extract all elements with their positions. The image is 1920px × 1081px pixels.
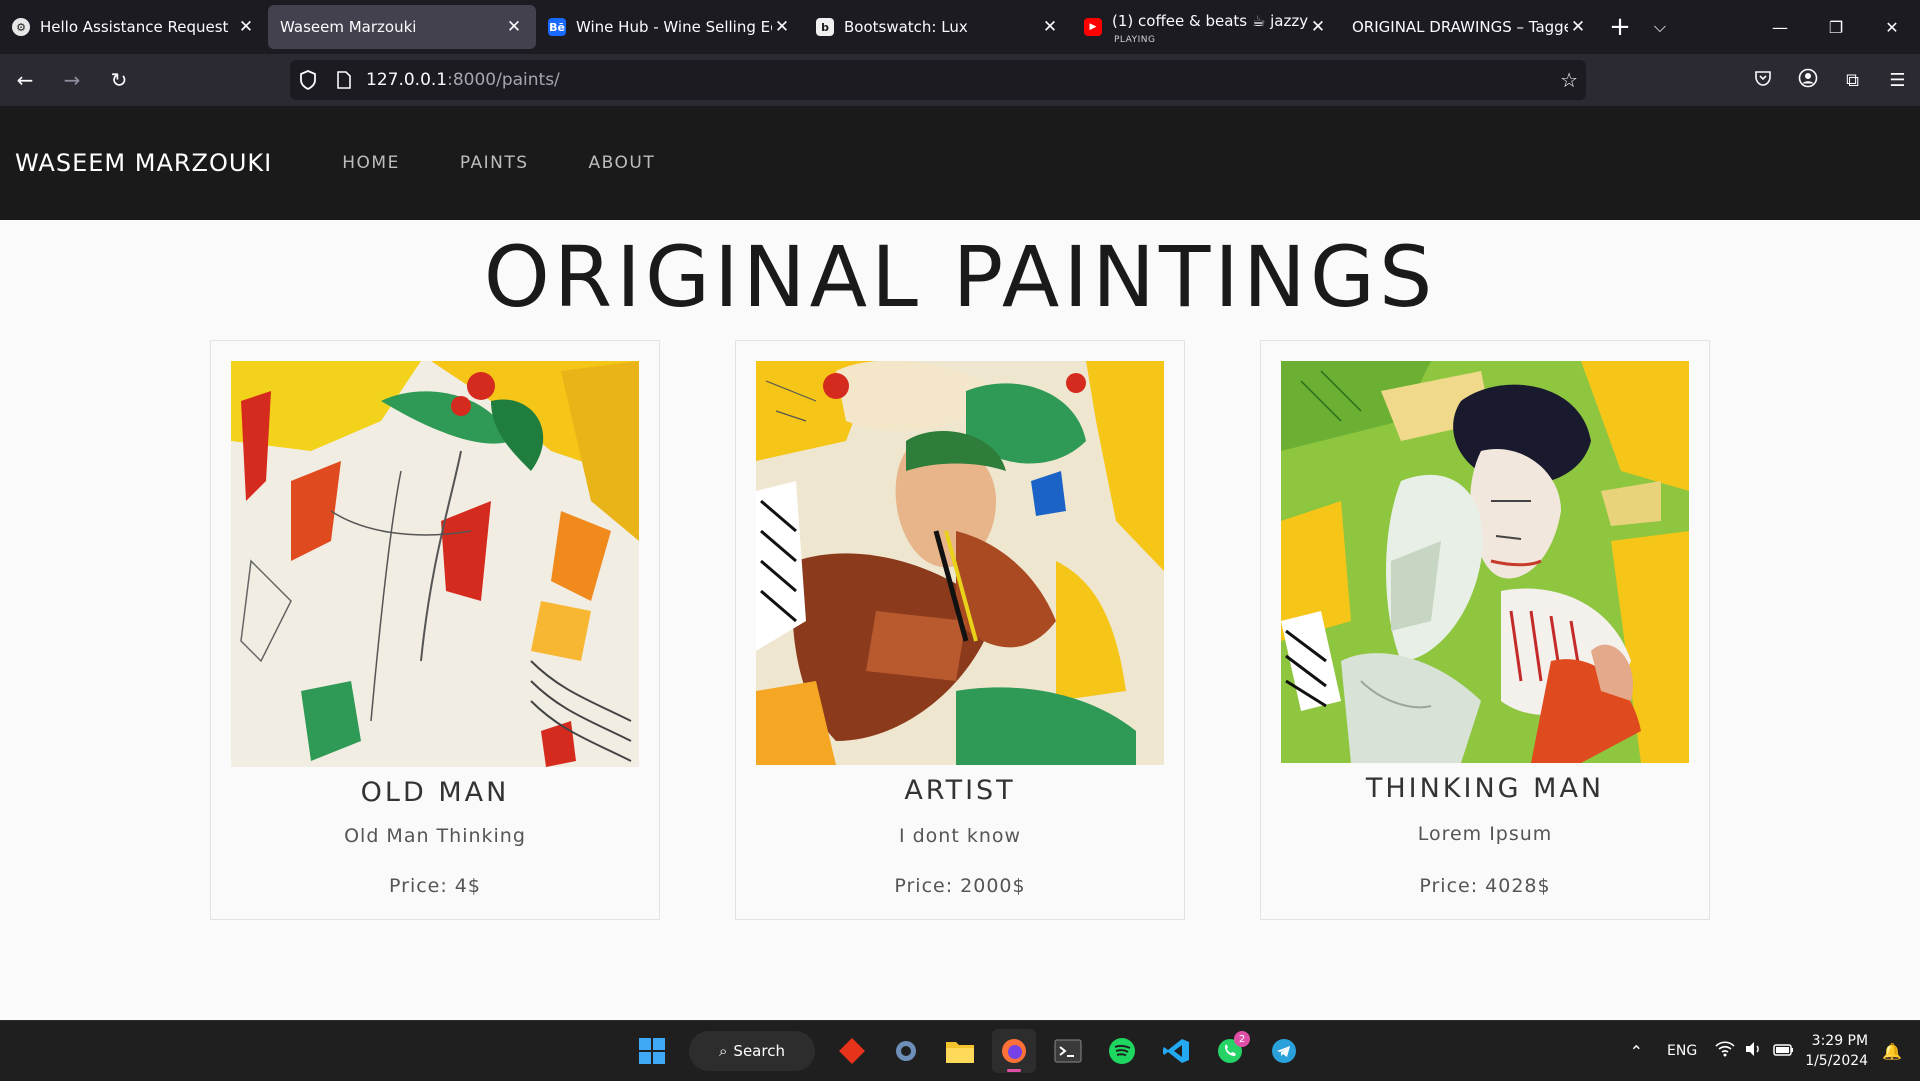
painting-price: Price: 4$ <box>389 875 481 897</box>
spotify-icon[interactable] <box>1100 1029 1144 1073</box>
toolbar-right-buttons: ⧉ ☰ <box>1740 54 1920 106</box>
url-text[interactable]: 127.0.0.1:8000/paints/ <box>366 70 560 90</box>
behance-icon: Bē <box>548 18 566 36</box>
telegram-icon[interactable] <box>1262 1029 1306 1073</box>
painting-card-old-man[interactable]: OLD MAN Old Man Thinking Price: 4$ <box>210 340 660 920</box>
tab-hello-assistance[interactable]: ⚙ Hello Assistance Request ✕ <box>0 5 268 49</box>
bootswatch-icon: b <box>816 18 834 36</box>
close-tab-icon[interactable]: ✕ <box>504 17 524 37</box>
whatsapp-icon[interactable]: 2 <box>1208 1029 1252 1073</box>
tab-original-drawings[interactable]: ORIGINAL DRAWINGS – Tagged ✕ <box>1340 5 1600 49</box>
settings-icon[interactable] <box>884 1029 928 1073</box>
painting-name: OLD MAN <box>360 777 510 808</box>
notification-badge: 2 <box>1234 1031 1250 1047</box>
painting-name: ARTIST <box>904 775 1016 806</box>
forward-icon[interactable]: → <box>50 60 94 100</box>
bookmark-star-icon[interactable]: ☆ <box>1560 68 1578 92</box>
notification-bell-icon[interactable]: 🔔 <box>1882 1042 1902 1061</box>
extensions-icon[interactable]: ⧉ <box>1830 70 1875 91</box>
tab-youtube-coffee-beats[interactable]: ▶ (1) coffee & beats ☕ jazzy ja PLAYING … <box>1072 5 1340 49</box>
chatgpt-icon: ⚙ <box>12 18 30 36</box>
tab-strip: ⚙ Hello Assistance Request ✕ Waseem Marz… <box>0 0 1920 54</box>
painting-price: Price: 2000$ <box>894 875 1026 897</box>
painting-card-artist[interactable]: ARTIST I dont know Price: 2000$ <box>735 340 1185 920</box>
system-tray: ⌃ ENG 3:29 PM 1/5/2024 🔔 <box>1630 1021 1920 1081</box>
close-window-icon[interactable]: ✕ <box>1864 0 1920 54</box>
language-indicator[interactable]: ENG <box>1667 1043 1697 1059</box>
painting-card-thinking-man[interactable]: THINKING MAN Lorem Ipsum Price: 4028$ <box>1260 340 1710 920</box>
close-tab-icon[interactable]: ✕ <box>772 17 792 37</box>
vscode-icon[interactable] <box>1154 1029 1198 1073</box>
tab-wine-hub[interactable]: Bē Wine Hub - Wine Selling Eco ✕ <box>536 5 804 49</box>
painting-image-artist[interactable] <box>756 361 1164 765</box>
pocket-icon[interactable] <box>1740 69 1785 92</box>
volume-icon[interactable] <box>1745 1041 1763 1061</box>
painting-name: THINKING MAN <box>1365 773 1605 804</box>
page-viewport: WASEEM MARZOUKI HOME PAINTS ABOUT ORIGIN… <box>0 106 1920 1020</box>
terminal-icon[interactable] <box>1046 1029 1090 1073</box>
menu-icon[interactable]: ☰ <box>1875 70 1920 91</box>
painting-description: I dont know <box>898 825 1022 847</box>
tab-label: Waseem Marzouki <box>280 18 417 36</box>
search-icon: ⌕ <box>719 1042 728 1060</box>
tab-label: ORIGINAL DRAWINGS – Tagged <box>1352 18 1568 36</box>
paintings-grid: OLD MAN Old Man Thinking Price: 4$ ARTIS… <box>0 332 1920 932</box>
tab-label: Bootswatch: Lux <box>844 18 968 36</box>
tab-playing-indicator: PLAYING <box>1114 35 1156 45</box>
account-icon[interactable] <box>1785 68 1830 93</box>
search-label: Search <box>733 1042 785 1060</box>
painting-description: Lorem Ipsum <box>1417 823 1553 845</box>
tab-label: (1) coffee & beats ☕ jazzy ja <box>1112 12 1308 30</box>
chevron-up-icon[interactable]: ⌃ <box>1630 1042 1643 1061</box>
taskbar-search-button[interactable]: ⌕ Search <box>689 1031 815 1071</box>
url-path: :8000/paints/ <box>447 70 560 90</box>
nav-paints[interactable]: PAINTS <box>460 153 529 173</box>
close-tab-icon[interactable]: ✕ <box>1568 17 1588 37</box>
tab-label: Wine Hub - Wine Selling Eco <box>576 18 772 36</box>
site-brand[interactable]: WASEEM MARZOUKI <box>15 149 272 177</box>
painting-image-thinking-man[interactable] <box>1281 361 1689 763</box>
battery-icon[interactable] <box>1773 1042 1795 1061</box>
clock-time: 3:29 PM <box>1811 1033 1869 1049</box>
address-bar[interactable]: 127.0.0.1:8000/paints/ ☆ <box>290 60 1586 100</box>
clock[interactable]: 3:29 PM 1/5/2024 <box>1805 1031 1868 1071</box>
painting-image-old-man[interactable] <box>231 361 639 767</box>
painting-price: Price: 4028$ <box>1419 875 1551 897</box>
youtube-icon: ▶ <box>1084 18 1102 36</box>
file-explorer-icon[interactable] <box>938 1029 982 1073</box>
site-navbar: WASEEM MARZOUKI HOME PAINTS ABOUT <box>0 106 1920 220</box>
window-controls: — ❐ ✕ <box>1752 0 1920 54</box>
restore-icon[interactable]: ❐ <box>1808 0 1864 54</box>
close-tab-icon[interactable]: ✕ <box>1040 17 1060 37</box>
wifi-icon[interactable] <box>1715 1041 1735 1061</box>
tab-label: Hello Assistance Request <box>40 18 229 36</box>
navigation-toolbar: ← → ↻ 127.0.0.1:8000/paints/ ☆ ⧉ ☰ <box>0 54 1920 106</box>
reload-icon[interactable]: ↻ <box>97 60 141 100</box>
page-icon[interactable] <box>326 71 362 89</box>
start-icon[interactable] <box>630 1029 674 1073</box>
tab-waseem-marzouki[interactable]: Waseem Marzouki ✕ <box>268 5 536 49</box>
shield-icon[interactable] <box>290 70 326 90</box>
list-all-tabs-button[interactable]: ⌵ <box>1640 17 1680 37</box>
close-tab-icon[interactable]: ✕ <box>236 17 256 37</box>
git-client-icon[interactable] <box>830 1029 874 1073</box>
windows-taskbar: ⌕ Search 2 ⌃ ENG 3:29 PM 1/5/2024 🔔 <box>0 1020 1920 1080</box>
back-icon[interactable]: ← <box>3 60 47 100</box>
painting-description: Old Man Thinking <box>344 825 526 847</box>
clock-date: 1/5/2024 <box>1805 1053 1869 1069</box>
new-tab-button[interactable]: + <box>1600 12 1640 42</box>
page-title: ORIGINAL PAINTINGS <box>483 228 1437 326</box>
firefox-icon[interactable] <box>992 1029 1036 1073</box>
minimize-icon[interactable]: — <box>1752 0 1808 54</box>
nav-home[interactable]: HOME <box>342 153 400 173</box>
url-host: 127.0.0.1 <box>366 70 448 90</box>
nav-about[interactable]: ABOUT <box>589 153 656 173</box>
tab-bootswatch-lux[interactable]: b Bootswatch: Lux ✕ <box>804 5 1072 49</box>
close-tab-icon[interactable]: ✕ <box>1308 17 1328 37</box>
taskbar-apps: ⌕ Search 2 <box>625 1029 1311 1073</box>
